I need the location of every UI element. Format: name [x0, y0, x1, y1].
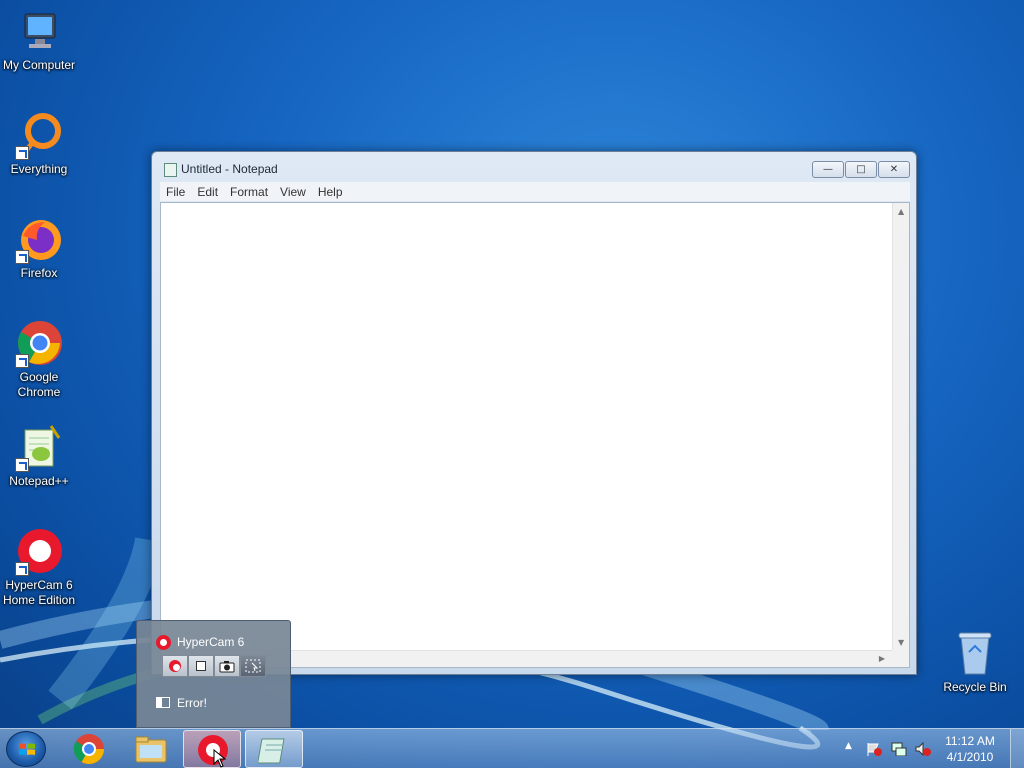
stop-icon: [196, 661, 206, 671]
taskbar-chrome[interactable]: [60, 730, 118, 768]
desktop-icon-label-line1: HyperCam 6: [5, 578, 73, 592]
region-icon: [245, 659, 261, 673]
close-button[interactable]: ✕: [878, 161, 910, 178]
desktop-icon-notepadpp[interactable]: Notepad++: [0, 424, 78, 489]
resize-grip-icon[interactable]: [892, 650, 909, 667]
maximize-button[interactable]: □: [845, 161, 877, 178]
shortcut-arrow-icon: [15, 562, 29, 576]
desktop-icon-recycle-bin[interactable]: Recycle Bin: [936, 630, 1014, 695]
desktop-icon-label-line2: Chrome: [17, 385, 61, 399]
scroll-down-arrow-icon[interactable]: ▼: [898, 638, 904, 647]
desktop-icon-everything[interactable]: Everything: [0, 112, 78, 177]
menu-edit[interactable]: Edit: [191, 185, 224, 199]
desktop-icon-hypercam[interactable]: HyperCam 6 Home Edition: [0, 528, 78, 608]
hypercam-popup[interactable]: HyperCam 6 Error!: [136, 620, 291, 728]
chrome-icon: [73, 734, 104, 765]
everything-icon: [15, 112, 63, 160]
taskbar-notepad[interactable]: [245, 730, 303, 768]
desktop-icon-my-computer[interactable]: My Computer: [0, 8, 78, 73]
menu-file[interactable]: File: [160, 185, 191, 199]
taskbar-hypercam[interactable]: [183, 730, 241, 768]
desktop-icon-label: My Computer: [2, 58, 76, 72]
record-icon: [169, 660, 181, 672]
menubar: File Edit Format View Help: [160, 182, 910, 201]
chrome-icon: [15, 320, 63, 368]
popup-title: HyperCam 6: [177, 635, 245, 649]
desktop-icon-label-line1: Google: [19, 370, 59, 384]
windows-logo-icon: [19, 743, 35, 755]
desktop-icon-label: Recycle Bin: [943, 680, 1007, 694]
desktop-icon-firefox[interactable]: Firefox: [0, 216, 78, 281]
menu-view[interactable]: View: [274, 185, 312, 199]
screenshot-button[interactable]: [214, 655, 240, 677]
notepad-window[interactable]: Untitled - Notepad — □ ✕ File Edit Forma…: [151, 151, 917, 675]
camera-icon: [219, 660, 235, 672]
taskbar-explorer[interactable]: [122, 730, 180, 768]
explorer-icon: [135, 736, 167, 763]
hypercam-icon: [15, 528, 63, 576]
desktop-icon-label: Firefox: [20, 266, 58, 280]
recycle-bin-icon: [951, 630, 999, 678]
notepad-icon: [257, 738, 285, 764]
shortcut-arrow-icon: [15, 458, 29, 472]
vertical-scrollbar[interactable]: ▲ ▼: [892, 203, 909, 651]
hypercam-logo-icon: [156, 635, 171, 650]
show-hidden-icons-button[interactable]: ▲: [845, 741, 852, 751]
taskbar-clock[interactable]: 11:12 AM 4/1/2010: [940, 733, 1000, 765]
desktop-icon-label: Everything: [10, 162, 68, 176]
start-button[interactable]: [6, 731, 46, 767]
volume-muted-icon[interactable]: [915, 742, 931, 756]
menu-help[interactable]: Help: [312, 185, 349, 199]
window-title: Untitled - Notepad: [181, 162, 278, 176]
desktop-icon-label: Notepad++: [9, 474, 69, 488]
stop-button[interactable]: [188, 655, 214, 677]
taskbar: ▲ 11:12 AM 4/1/2010: [0, 728, 1024, 768]
firefox-icon: [15, 216, 63, 264]
status-icon: [156, 697, 170, 708]
scroll-right-arrow-icon[interactable]: ▶: [879, 654, 885, 663]
clock-date: 4/1/2010: [946, 750, 994, 764]
desktop-icon-google-chrome[interactable]: Google Chrome: [0, 320, 78, 400]
show-desktop-button[interactable]: [1010, 729, 1024, 768]
notepad-icon: [164, 163, 177, 177]
text-editor-area[interactable]: ▲ ▼ ▶: [160, 202, 910, 668]
shortcut-arrow-icon: [15, 146, 29, 160]
notepadpp-icon: [15, 424, 63, 472]
action-center-flag-icon[interactable]: [866, 742, 882, 756]
computer-icon: [15, 8, 63, 56]
desktop-icon-label-line2: Home Edition: [2, 593, 76, 607]
shortcut-arrow-icon: [15, 250, 29, 264]
scroll-up-arrow-icon[interactable]: ▲: [898, 207, 904, 216]
select-region-button[interactable]: [240, 655, 266, 677]
clock-time: 11:12 AM: [945, 734, 995, 748]
network-icon[interactable]: [891, 742, 907, 756]
status-text: Error!: [177, 696, 207, 710]
menu-format[interactable]: Format: [224, 185, 274, 199]
mouse-cursor-icon: [213, 749, 227, 768]
notepad-titlebar[interactable]: Untitled - Notepad — □ ✕: [152, 152, 916, 186]
shortcut-arrow-icon: [15, 354, 29, 368]
record-button[interactable]: [162, 655, 188, 677]
minimize-button[interactable]: —: [812, 161, 844, 178]
